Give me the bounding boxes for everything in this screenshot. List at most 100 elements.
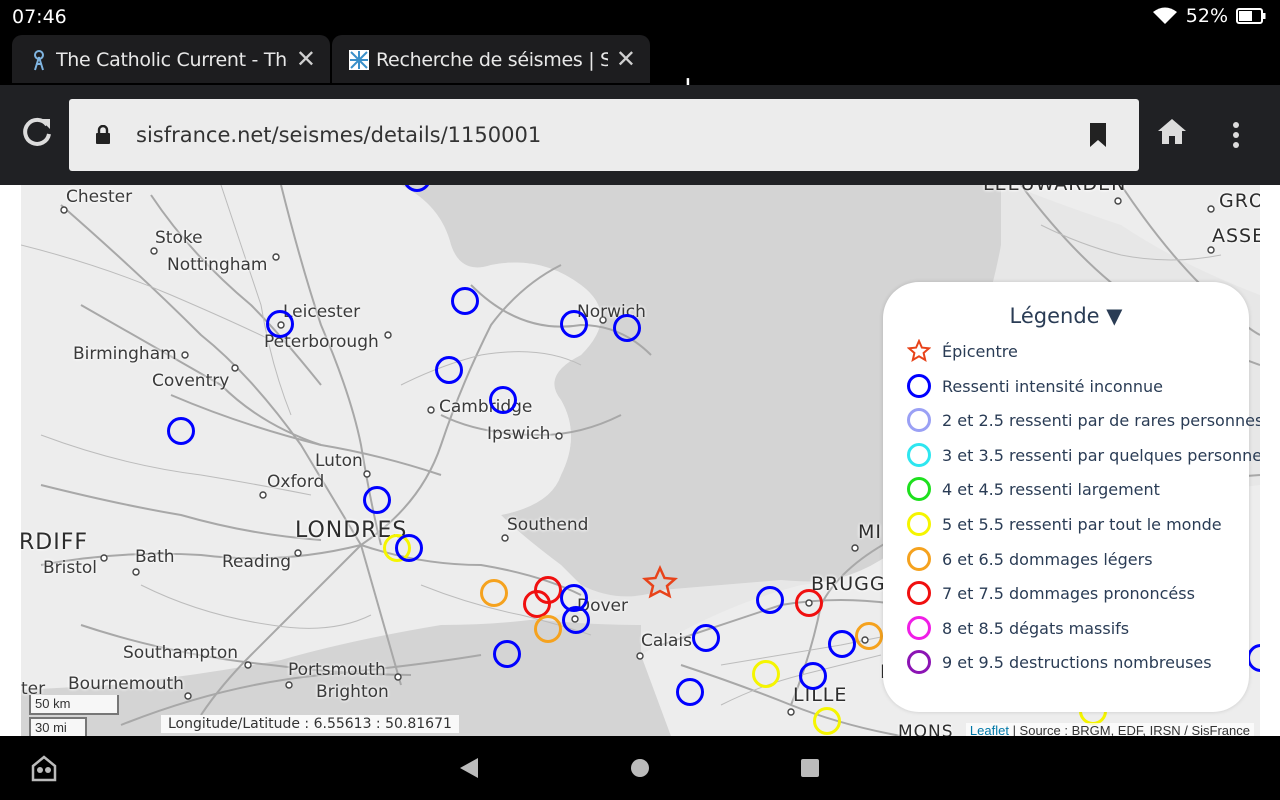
city-label: Leicester — [283, 302, 361, 322]
marker-unknown-intensity[interactable] — [828, 630, 856, 658]
ring-icon — [907, 616, 931, 640]
legend-label: 8 et 8.5 dégats massifs — [942, 618, 1130, 638]
legend-item: 5 et 5.5 ressenti par tout le monde — [907, 510, 1222, 538]
wifi-icon — [1152, 7, 1177, 24]
close-tab-icon[interactable]: ✕ — [296, 45, 316, 74]
legend-label: Ressenti intensité inconnue — [942, 376, 1163, 396]
legend-item: Ressenti intensité inconnue — [907, 372, 1163, 400]
lock-icon — [96, 125, 110, 144]
city-label: Ipswich — [487, 424, 551, 444]
legend-label: 9 et 9.5 destructions nombreuses — [942, 652, 1212, 672]
recents-icon[interactable] — [800, 758, 820, 778]
ring-icon — [907, 374, 931, 398]
marker-unknown-intensity[interactable] — [562, 606, 590, 634]
leaflet-link[interactable]: Leaflet — [970, 723, 1009, 736]
city-label: Coventry — [152, 371, 230, 391]
marker-intensity-6[interactable] — [480, 579, 508, 607]
marker-intensity-7[interactable] — [523, 590, 551, 618]
legend-item: 2 et 2.5 ressenti par de rares personnes — [907, 406, 1260, 434]
city-label: MONS — [898, 722, 954, 736]
city-label: ASSE — [1212, 225, 1260, 247]
scale-bar: 50 km 30 mi — [29, 695, 119, 736]
legend-item: 6 et 6.5 dommages légers — [907, 545, 1153, 573]
ring-icon — [907, 477, 931, 501]
home-circle-icon[interactable] — [630, 758, 650, 778]
tab-catholic-current[interactable]: The Catholic Current - The Sta ✕ — [12, 35, 330, 83]
city-label: Southampton — [123, 643, 239, 663]
marker-unknown-intensity[interactable] — [363, 486, 391, 514]
city-label: Nottingham — [167, 255, 268, 275]
ring-icon — [907, 512, 931, 536]
bookmark-icon[interactable] — [1089, 122, 1107, 148]
marker-unknown-intensity[interactable] — [756, 586, 784, 614]
city-label: RDIFF — [21, 530, 89, 555]
city-label: Bath — [135, 547, 175, 567]
tab-sisfrance[interactable]: Recherche de séismes | SisFra ✕ — [332, 35, 650, 83]
city-label: Reading — [222, 552, 292, 572]
city-label: Chester — [66, 187, 133, 207]
city-label: Portsmouth — [288, 660, 386, 680]
map-legend: Légende ▼ Épicentre Ressenti intensité i… — [883, 282, 1260, 712]
marker-unknown-intensity[interactable] — [451, 287, 479, 315]
web-content: Chester Stoke Nottingham Leicester Peter… — [0, 185, 1280, 736]
assistant-home-icon[interactable] — [30, 754, 58, 782]
marker-unknown-intensity[interactable] — [493, 640, 521, 668]
marker-unknown-intensity[interactable] — [435, 356, 463, 384]
city-label: Birmingham — [73, 344, 177, 364]
city-label: LEEUWARDEN — [983, 185, 1126, 195]
marker-intensity-6[interactable] — [534, 615, 562, 643]
marker-intensity-5[interactable] — [752, 660, 780, 688]
city-label: Southend — [507, 515, 589, 535]
marker-unknown-intensity[interactable] — [560, 310, 588, 338]
marker-unknown-intensity[interactable] — [676, 678, 704, 706]
star-icon — [907, 339, 931, 363]
city-label: BRUGG — [811, 573, 886, 595]
scale-mi: 30 mi — [29, 717, 87, 736]
legend-item: 7 et 7.5 dommages prononcéss — [907, 579, 1195, 607]
legend-label: 6 et 6.5 dommages légers — [942, 549, 1153, 569]
ring-icon — [907, 650, 931, 674]
attribution-text: | Source : BRGM, EDF, IRSN / SisFrance — [1008, 723, 1250, 736]
clock: 07:46 — [12, 6, 67, 28]
scale-km: 50 km — [29, 695, 119, 715]
city-label: Stoke — [155, 228, 203, 248]
ring-icon — [907, 547, 931, 571]
marker-unknown-intensity[interactable] — [799, 662, 827, 690]
city-label: GRO — [1219, 190, 1260, 212]
tab-title: The Catholic Current - The Sta — [56, 49, 288, 71]
marker-unknown-intensity[interactable] — [266, 310, 294, 338]
marker-intensity-5[interactable] — [813, 707, 841, 735]
ring-icon — [907, 408, 931, 432]
back-icon[interactable] — [458, 757, 480, 779]
marker-unknown-intensity[interactable] — [489, 386, 517, 414]
home-icon[interactable] — [1157, 117, 1187, 145]
attribution: Leaflet | Source : BRGM, EDF, IRSN / Sis… — [965, 723, 1254, 736]
legend-toggle[interactable]: Légende ▼ — [883, 304, 1249, 328]
marker-intensity-6[interactable] — [855, 622, 883, 650]
marker-unknown-intensity[interactable] — [692, 624, 720, 652]
legend-label: 5 et 5.5 ressenti par tout le monde — [942, 514, 1222, 534]
legend-label: 4 et 4.5 ressenti largement — [942, 479, 1160, 499]
url-text[interactable]: sisfrance.net/seismes/details/1150001 — [136, 123, 541, 147]
legend-label: 2 et 2.5 ressenti par de rares personnes — [942, 410, 1260, 430]
city-label: Brighton — [316, 682, 389, 702]
legend-item-epicentre: Épicentre — [907, 337, 1018, 365]
seismic-map[interactable]: Chester Stoke Nottingham Leicester Peter… — [21, 185, 1260, 736]
city-label: Oxford — [267, 472, 325, 492]
marker-intensity-7[interactable] — [795, 589, 823, 617]
tab-strip: The Catholic Current - The Sta ✕ Recherc… — [0, 32, 1280, 104]
marker-unknown-intensity[interactable] — [613, 314, 641, 342]
legend-item: 8 et 8.5 dégats massifs — [907, 614, 1129, 642]
marker-unknown-intensity[interactable] — [167, 417, 195, 445]
reload-icon[interactable] — [20, 115, 54, 149]
marker-unknown-intensity[interactable] — [395, 534, 423, 562]
city-label: MI — [858, 521, 882, 543]
address-bar[interactable]: sisfrance.net/seismes/details/1150001 — [69, 99, 1139, 171]
city-label: Bournemouth — [68, 674, 184, 694]
tab-title: Recherche de séismes | SisFra — [376, 49, 608, 71]
battery-icon — [1236, 8, 1266, 24]
city-label: Cambridge — [439, 397, 533, 417]
close-tab-icon[interactable]: ✕ — [616, 45, 636, 74]
legend-label: Épicentre — [942, 341, 1018, 361]
more-menu-icon[interactable] — [1226, 120, 1246, 150]
